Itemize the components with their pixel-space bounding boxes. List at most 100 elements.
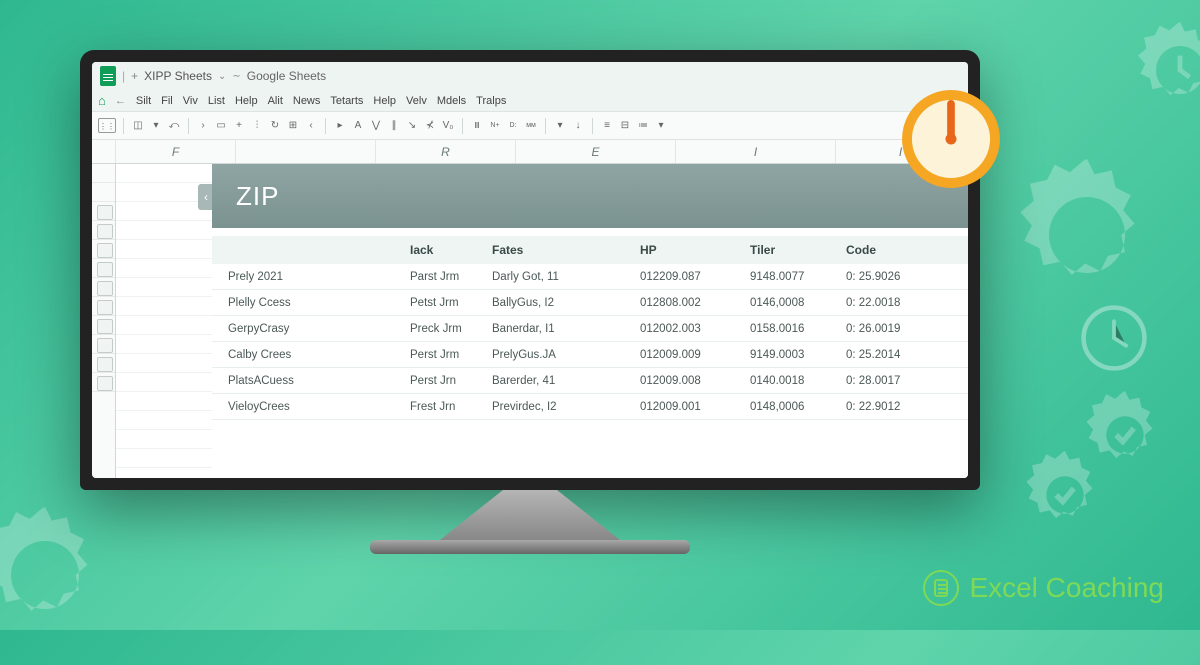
tool-icon[interactable]: ◫ [131,119,145,133]
tool-icon[interactable]: ▾ [553,119,567,133]
col-header[interactable]: E [516,140,676,163]
col-header[interactable] [236,140,376,163]
tool-icon[interactable]: ▾ [149,119,163,133]
cell[interactable]: 0: 28.0017 [836,375,946,387]
tool-icon[interactable]: ▾ [654,119,668,133]
cell[interactable]: PlatsACuess [218,375,400,387]
tool-icon[interactable]: + [232,119,246,133]
menu-item[interactable]: Tralps [471,93,511,109]
row-group-icon[interactable] [92,202,115,221]
tool-icon[interactable]: ⊟ [618,119,632,133]
table-row[interactable]: VieloyCreesFrest JrnPrevirdec, I2012009.… [212,394,968,420]
cell[interactable]: 0146,0008 [740,297,836,309]
row-group-icon[interactable] [92,373,115,392]
cell[interactable]: 012009.001 [630,401,740,413]
row-group-icon[interactable] [92,316,115,335]
cell[interactable]: 0140.0018 [740,375,836,387]
cell[interactable]: 0: 22.9012 [836,401,946,413]
cell[interactable]: 9149.0003 [740,349,836,361]
tool-icon[interactable]: N+ [488,119,502,133]
col-header[interactable]: R [376,140,516,163]
cell[interactable]: Calby Crees [218,349,400,361]
table-row[interactable]: GerpyCrasyPreck JrmBanerdar, I1012002.00… [212,316,968,342]
table-row[interactable]: Prely 2021Parst JrmDarly Got, 11012209.0… [212,264,968,290]
table-row[interactable]: PlatsACuessPerst JrnBarerder, 41012009.0… [212,368,968,394]
menu-item[interactable]: News [288,93,326,109]
row-group-icon[interactable] [92,221,115,240]
cell[interactable]: 012002.003 [630,323,740,335]
cell[interactable]: 0148,0006 [740,401,836,413]
cell[interactable]: Barerder, 41 [482,375,630,387]
doc-title[interactable]: XIPP Sheets [144,69,212,83]
cell[interactable]: VieloyCrees [218,401,400,413]
tool-icon[interactable]: ᴍᴍ [524,119,538,133]
row-group-icon[interactable] [92,354,115,373]
cell[interactable]: 012009.008 [630,375,740,387]
plus-icon[interactable]: + [131,69,138,83]
cell[interactable]: BallyGus, I2 [482,297,630,309]
menu-item[interactable]: Mdels [432,93,471,109]
row-group-icon[interactable] [92,240,115,259]
cell[interactable]: 012808.002 [630,297,740,309]
cell[interactable]: Frest Jrn [400,401,482,413]
table-row[interactable]: Plelly CcessPetst JrmBallyGus, I2012808.… [212,290,968,316]
cell[interactable]: 0: 25.2014 [836,349,946,361]
row-group-icon[interactable] [92,259,115,278]
menu-item[interactable]: Velv [401,93,432,109]
cells-area[interactable]: ‹ ZIP IackFatesHPTilerCode Prely 2021Par… [116,164,968,478]
menu-item[interactable]: Tetarts [325,93,368,109]
cell[interactable]: 0158.0016 [740,323,836,335]
row-group-icon[interactable] [92,297,115,316]
cell[interactable]: 9148.0077 [740,271,836,283]
tool-icon[interactable]: D: [506,119,520,133]
cell[interactable]: GerpyCrasy [218,323,400,335]
cell[interactable]: 012209.087 [630,271,740,283]
cell[interactable]: PrelyGus.JA [482,349,630,361]
tool-icon[interactable]: ↓ [571,119,585,133]
table-row[interactable]: Calby CreesPerst JrmPrelyGus.JA012009.00… [212,342,968,368]
home-icon[interactable]: ⌂ [98,93,106,108]
cell[interactable]: Preck Jrm [400,323,482,335]
col-header[interactable]: F [116,140,236,163]
tool-icon[interactable]: ∥ [387,119,401,133]
row-group-icon[interactable] [92,278,115,297]
menu-item[interactable]: Help [368,93,401,109]
tool-icon[interactable]: ⫶ [250,119,264,133]
tool-icon[interactable]: ⊀ [423,119,437,133]
menu-item[interactable]: Help [230,93,263,109]
cell[interactable]: 0: 25.9026 [836,271,946,283]
tool-icon[interactable]: V₀ [441,119,455,133]
tool-icon[interactable]: ≔ [636,119,650,133]
tool-icon[interactable]: ↻ [268,119,282,133]
tool-icon[interactable]: › [196,119,210,133]
menu-item[interactable]: Alit [263,93,288,109]
tool-icon[interactable]: ↘ [405,119,419,133]
menu-item[interactable]: Silt [131,93,156,109]
cell[interactable]: 012009.009 [630,349,740,361]
chevron-down-icon[interactable]: ⌄ [218,71,226,82]
cell[interactable]: Banerdar, I1 [482,323,630,335]
tool-icon[interactable]: A [351,119,365,133]
cell[interactable]: Petst Jrm [400,297,482,309]
cell[interactable]: Prely 2021 [218,271,400,283]
col-header[interactable]: I [676,140,836,163]
menu-item[interactable]: Fil [156,93,178,109]
cell[interactable]: Darly Got, 11 [482,271,630,283]
tool-icon[interactable]: ⊞ [286,119,300,133]
cell[interactable]: Parst Jrm [400,271,482,283]
back-icon[interactable]: ← [112,95,129,107]
menu-item[interactable]: Viv [178,93,203,109]
cell[interactable]: Plelly Ccess [218,297,400,309]
cell[interactable]: 0: 22.0018 [836,297,946,309]
tool-icon[interactable]: ⤺ [167,119,181,133]
cell[interactable]: 0: 26.0019 [836,323,946,335]
tool-icon[interactable]: ≡ [600,119,614,133]
cell[interactable]: Perst Jrm [400,349,482,361]
tool-icon[interactable]: Ⅲ [470,119,484,133]
cell[interactable]: Perst Jrn [400,375,482,387]
tool-icon[interactable]: ⋁ [369,119,383,133]
tool-icon[interactable]: ▭ [214,119,228,133]
cell[interactable]: Previrdec, I2 [482,401,630,413]
row-group-icon[interactable] [92,335,115,354]
menu-item[interactable]: List [203,93,230,109]
